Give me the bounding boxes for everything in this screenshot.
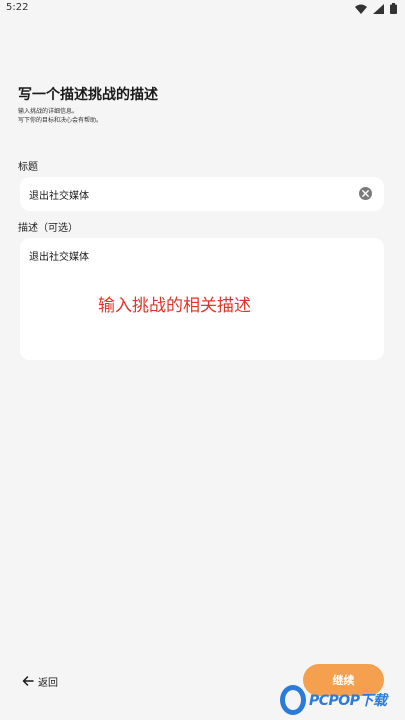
watermark-logo-icon bbox=[280, 685, 306, 715]
screen: 5:22 写一个描述挑战的描述 输入挑战的详细信息。 写下你的目标和决心会有帮助… bbox=[0, 0, 405, 720]
signal-icon bbox=[373, 3, 384, 14]
back-button[interactable]: 返回 bbox=[22, 673, 58, 689]
wifi-icon bbox=[355, 4, 367, 14]
description-annotation: 输入挑战的相关描述 bbox=[98, 296, 251, 316]
description-label: 描述（可选） bbox=[18, 223, 78, 234]
title-label: 标题 bbox=[18, 162, 38, 173]
title-input[interactable]: 退出社交媒体 bbox=[20, 177, 384, 211]
description-input[interactable]: 退出社交媒体 输入挑战的相关描述 bbox=[20, 238, 384, 360]
watermark-text: PCPOP下载 bbox=[309, 693, 387, 709]
page-subtitle-line1: 输入挑战的详细信息。 bbox=[18, 108, 79, 115]
close-icon bbox=[362, 190, 369, 197]
status-time: 5:22 bbox=[6, 2, 29, 13]
arrow-left-icon bbox=[22, 676, 34, 686]
clear-title-button[interactable] bbox=[359, 187, 372, 200]
status-bar: 5:22 bbox=[0, 0, 405, 18]
battery-icon bbox=[390, 3, 397, 14]
back-label: 返回 bbox=[38, 677, 58, 689]
page-subtitle-line2: 写下你的目标和决心会有帮助。 bbox=[18, 117, 103, 124]
title-input-value: 退出社交媒体 bbox=[29, 191, 89, 202]
description-input-value: 退出社交媒体 bbox=[29, 252, 89, 263]
status-icons bbox=[355, 3, 397, 14]
watermark: PCPOP下载 bbox=[280, 683, 387, 717]
page-title: 写一个描述挑战的描述 bbox=[18, 87, 158, 103]
